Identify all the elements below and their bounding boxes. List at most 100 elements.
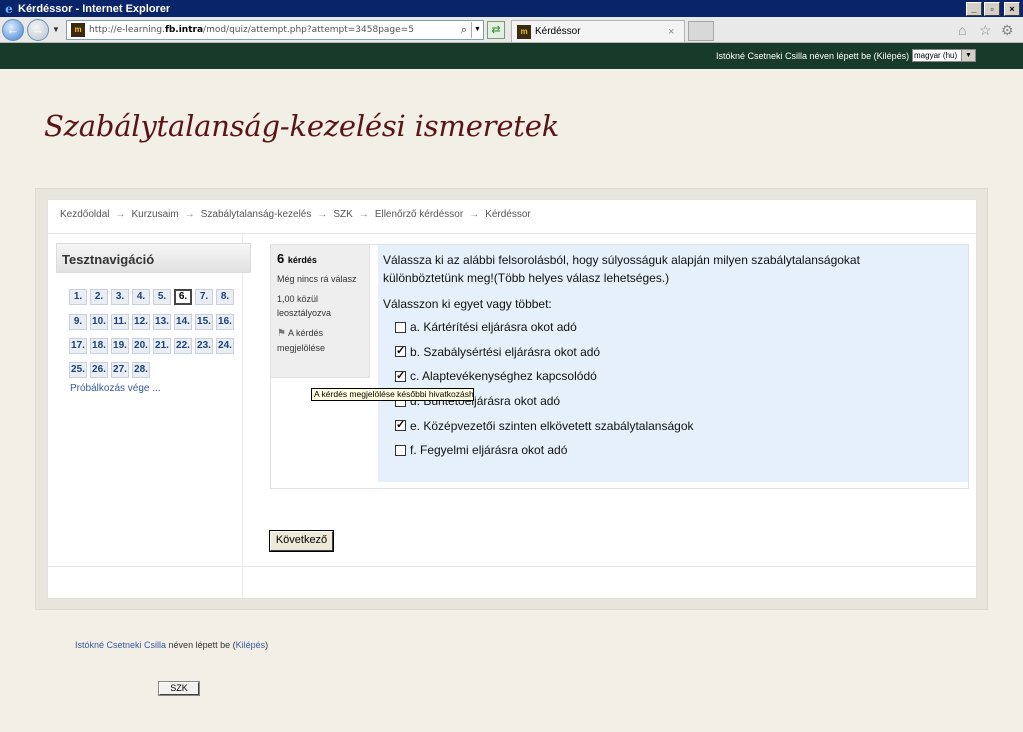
address-dropdown-icon[interactable]: ▼ [471,22,483,38]
question-nav-button[interactable]: 12. [132,314,150,330]
question-nav-button[interactable]: 11. [111,314,129,330]
question-text: Válassza ki az alábbi felsorolásból, hog… [383,253,860,285]
column-divider [242,234,243,598]
question-nav-button[interactable]: 15. [195,314,213,330]
question-nav-button[interactable]: 5. [153,289,171,305]
breadcrumb-arrow-icon: → [469,209,480,220]
language-value: magyar (hu) [914,51,958,60]
answer-option[interactable]: a. Kártérítési eljárásra okot adó [383,315,968,340]
question-nav-button[interactable]: 1. [69,289,87,305]
history-dropdown-icon[interactable]: ▼ [52,25,60,34]
question-nav-button[interactable]: 6. [174,289,192,305]
question-state: Még nincs rá válasz [277,274,357,284]
question-nav-button[interactable]: 16. [216,314,234,330]
language-select[interactable]: magyar (hu) ▼ [912,49,976,62]
answer-label[interactable]: e. Középvezetői szinten elkövetett szabá… [410,419,694,433]
divider [48,566,976,567]
tab-favicon-icon: m [517,24,531,39]
answer-label[interactable]: c. Alaptevékenységhez kapcsolódó [410,369,597,383]
home-icon[interactable]: ⌂ [958,22,966,38]
question-nav-button[interactable]: 9. [69,314,87,330]
finish-attempt-link[interactable]: Próbálkozás vége ... [70,383,161,394]
question-nav-button[interactable]: 2. [90,289,108,305]
breadcrumb: Kezdőoldal → Kurzusaim → Szabálytalanság… [60,209,531,220]
forward-arrow-icon: → [31,22,45,37]
next-button[interactable]: Következő [269,530,334,552]
breadcrumb-section[interactable]: SZK [333,209,352,220]
footer-logout-link[interactable]: Kilépés [236,640,266,650]
question-nav-button[interactable]: 22. [174,338,192,354]
answer-option[interactable]: f. Fegyelmi eljárásra okot adó [383,438,968,463]
answer-option[interactable]: ✓ e. Középvezetői szinten elkövetett szab… [383,413,968,438]
question-nav-button[interactable]: 17. [69,338,87,354]
breadcrumb-quiz[interactable]: Ellenőrző kérdéssor [375,209,463,220]
question-nav-button[interactable]: 13. [153,314,171,330]
flag-icon: ⚑ [277,328,286,339]
tab-close-icon[interactable]: × [668,26,684,38]
footer-login-info: Istókné Csetneki Csilla néven lépett be … [75,640,269,650]
breadcrumb-home[interactable]: Kezdőoldal [60,209,109,220]
footer-user-link[interactable]: Istókné Csetneki Csilla [75,640,166,650]
address-url[interactable]: http://e-learning.fb.intra/mod/quiz/atte… [89,25,457,35]
checkbox[interactable] [395,444,406,456]
checkbox-checked[interactable]: ✓ [395,346,406,358]
back-button[interactable]: ← [2,19,24,41]
close-button[interactable]: × [1004,1,1020,16]
breadcrumb-arrow-icon: → [317,209,328,220]
question-nav-button[interactable]: 24. [216,338,234,354]
window-titlebar: e Kérdéssor - Internet Explorer _ ▫ × [0,0,1023,17]
site-title: Szabálytalanság-kezelési ismeretek [44,109,560,143]
question-nav-button[interactable]: 18. [90,338,108,354]
quiz-navigation-block: Tesztnavigáció [56,243,251,273]
answer-option[interactable]: ✓ c. Alaptevékenységhez kapcsolódó [383,364,968,389]
favorites-star-icon[interactable]: ☆ [979,22,992,39]
window-title: Kérdéssor - Internet Explorer [18,2,171,15]
refresh-button[interactable]: ⇄ [487,21,505,39]
quiz-navigation-title: Tesztnavigáció [56,243,251,273]
maximize-button[interactable]: ▫ [984,1,1000,16]
settings-gear-icon[interactable]: ⚙ [1001,22,1014,39]
question-nav-button[interactable]: 10. [90,314,108,330]
answer-prompt: Válasszon ki egyet vagy többet: [383,297,552,311]
question-nav-button[interactable]: 26. [90,362,108,378]
address-bar[interactable]: m http://e-learning.fb.intra/mod/quiz/at… [66,20,484,40]
flag-question-toggle[interactable]: ⚑ A kérdés megjelölése [277,326,363,355]
question-nav-button[interactable]: 27. [111,362,129,378]
browser-tab[interactable]: m Kérdéssor × [511,20,685,42]
breadcrumb-course[interactable]: Szabálytalanság-kezelés [201,209,312,220]
breadcrumb-arrow-icon: → [115,209,126,220]
question-nav-button[interactable]: 14. [174,314,192,330]
answer-label[interactable]: f. Fegyelmi eljárásra okot adó [410,443,567,457]
question-nav-button[interactable]: 7. [195,289,213,305]
browser-navbar: ← → ▼ m http://e-learning.fb.intra/mod/q… [0,17,1023,43]
question-nav-button[interactable]: 19. [111,338,129,354]
minimize-button[interactable]: _ [966,1,982,16]
chevron-down-icon[interactable]: ▼ [961,50,975,61]
question-info: 6 kérdés Még nincs rá válasz 1,00 közül … [270,244,370,378]
question-grade: 1,00 közül leosztályozva [277,294,332,318]
search-icon[interactable]: ⌕ [457,24,471,37]
refresh-icon: ⇄ [491,24,501,36]
question-nav-button[interactable]: 21. [153,338,171,354]
header-login-info[interactable]: Istókné Csetneki Csilla néven lépett be … [716,51,909,61]
checkbox-checked[interactable]: ✓ [395,370,406,382]
new-tab-button[interactable] [688,21,714,41]
moodle-header: Istókné Csetneki Csilla néven lépett be … [0,43,1023,69]
question-nav-button[interactable]: 28. [132,362,150,378]
question-nav-button[interactable]: 25. [69,362,87,378]
answer-label[interactable]: b. Szabálysértési eljárásra okot adó [410,345,600,359]
checkbox-checked[interactable]: ✓ [395,420,406,432]
szk-button[interactable]: SZK [158,681,200,696]
question-nav-button[interactable]: 3. [111,289,129,305]
checkbox[interactable] [395,321,406,333]
forward-button[interactable]: → [27,19,49,41]
flag-tooltip: A kérdés megjelölése későbbi hivatkozásh… [311,388,474,401]
answer-label[interactable]: a. Kártérítési eljárásra okot adó [410,320,577,334]
answer-option[interactable]: ✓ b. Szabálysértési eljárásra okot adó [383,340,968,365]
breadcrumb-current: Kérdéssor [485,209,531,220]
breadcrumb-courses[interactable]: Kurzusaim [131,209,178,220]
question-nav-button[interactable]: 23. [195,338,213,354]
question-nav-button[interactable]: 20. [132,338,150,354]
question-nav-button[interactable]: 8. [216,289,234,305]
question-nav-button[interactable]: 4. [132,289,150,305]
